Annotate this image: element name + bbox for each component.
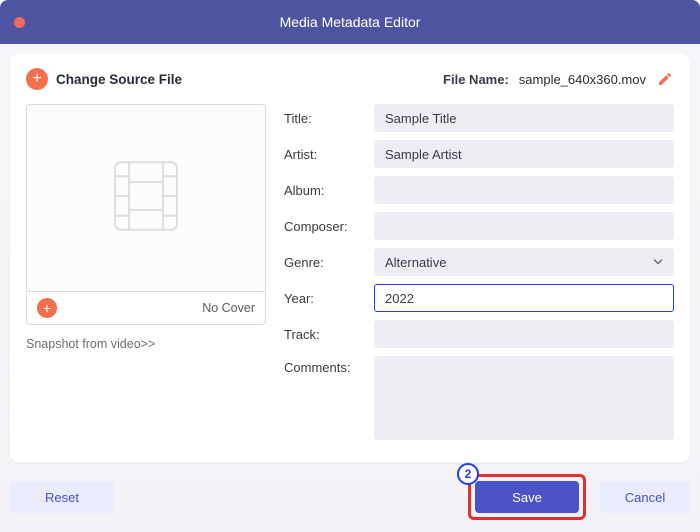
- cover-column: + No Cover Snapshot from video>>: [26, 104, 266, 450]
- genre-select[interactable]: Alternative: [374, 248, 674, 276]
- genre-row: Genre: Alternative: [284, 248, 674, 276]
- panel-top-row: + Change Source File File Name: sample_6…: [26, 68, 674, 90]
- change-source-button[interactable]: + Change Source File: [26, 68, 182, 90]
- content-area: + Change Source File File Name: sample_6…: [0, 44, 700, 532]
- footer-right-buttons: 2 Save Cancel: [468, 474, 690, 520]
- title-input[interactable]: [385, 105, 663, 131]
- window-controls: [14, 17, 25, 28]
- album-field[interactable]: [374, 176, 674, 204]
- genre-label: Genre:: [284, 255, 368, 270]
- year-label: Year:: [284, 291, 368, 306]
- panel-body: + No Cover Snapshot from video>> Title: …: [26, 104, 674, 450]
- cancel-button[interactable]: Cancel: [600, 481, 690, 513]
- album-row: Album:: [284, 176, 674, 204]
- album-input[interactable]: [385, 177, 663, 203]
- reset-button[interactable]: Reset: [10, 481, 114, 513]
- close-window-button[interactable]: [14, 17, 25, 28]
- edit-filename-icon[interactable]: [656, 70, 674, 88]
- chevron-down-icon: [653, 255, 663, 270]
- composer-row: Composer:: [284, 212, 674, 240]
- title-field[interactable]: [374, 104, 674, 132]
- title-bar: Media Metadata Editor: [0, 0, 700, 44]
- year-row: Year:: [284, 284, 674, 312]
- snapshot-from-video-link[interactable]: Snapshot from video>>: [26, 337, 266, 351]
- plus-icon: +: [26, 68, 48, 90]
- composer-field[interactable]: [374, 212, 674, 240]
- genre-value: Alternative: [385, 255, 446, 270]
- title-label: Title:: [284, 111, 368, 126]
- cover-preview: [26, 104, 266, 292]
- title-row: Title:: [284, 104, 674, 132]
- change-source-label: Change Source File: [56, 72, 182, 87]
- comments-row: Comments:: [284, 356, 674, 440]
- metadata-form: Title: Artist: Album:: [284, 104, 674, 450]
- track-label: Track:: [284, 327, 368, 342]
- artist-row: Artist:: [284, 140, 674, 168]
- add-cover-button[interactable]: +: [37, 298, 57, 318]
- year-field[interactable]: [374, 284, 674, 312]
- artist-label: Artist:: [284, 147, 368, 162]
- film-placeholder-icon: [101, 151, 191, 246]
- save-highlight-annotation: 2 Save: [468, 474, 586, 520]
- artist-input[interactable]: [385, 141, 663, 167]
- save-button[interactable]: Save: [475, 481, 579, 513]
- window-title: Media Metadata Editor: [0, 14, 700, 30]
- no-cover-label: No Cover: [202, 301, 255, 315]
- album-label: Album:: [284, 183, 368, 198]
- main-panel: + Change Source File File Name: sample_6…: [10, 54, 690, 462]
- file-name-row: File Name: sample_640x360.mov: [443, 70, 674, 88]
- file-name-value: sample_640x360.mov: [519, 72, 646, 87]
- track-field[interactable]: [374, 320, 674, 348]
- step-number-badge: 2: [457, 463, 479, 485]
- file-name-label: File Name:: [443, 72, 509, 87]
- composer-input[interactable]: [385, 213, 663, 239]
- year-input[interactable]: [385, 285, 663, 311]
- footer-bar: Reset 2 Save Cancel: [10, 474, 690, 520]
- app-window: Media Metadata Editor + Change Source Fi…: [0, 0, 700, 532]
- comments-label: Comments:: [284, 356, 368, 375]
- track-row: Track:: [284, 320, 674, 348]
- track-input[interactable]: [385, 321, 663, 347]
- cover-footer: + No Cover: [26, 291, 266, 325]
- artist-field[interactable]: [374, 140, 674, 168]
- comments-textarea[interactable]: [374, 356, 674, 440]
- composer-label: Composer:: [284, 219, 368, 234]
